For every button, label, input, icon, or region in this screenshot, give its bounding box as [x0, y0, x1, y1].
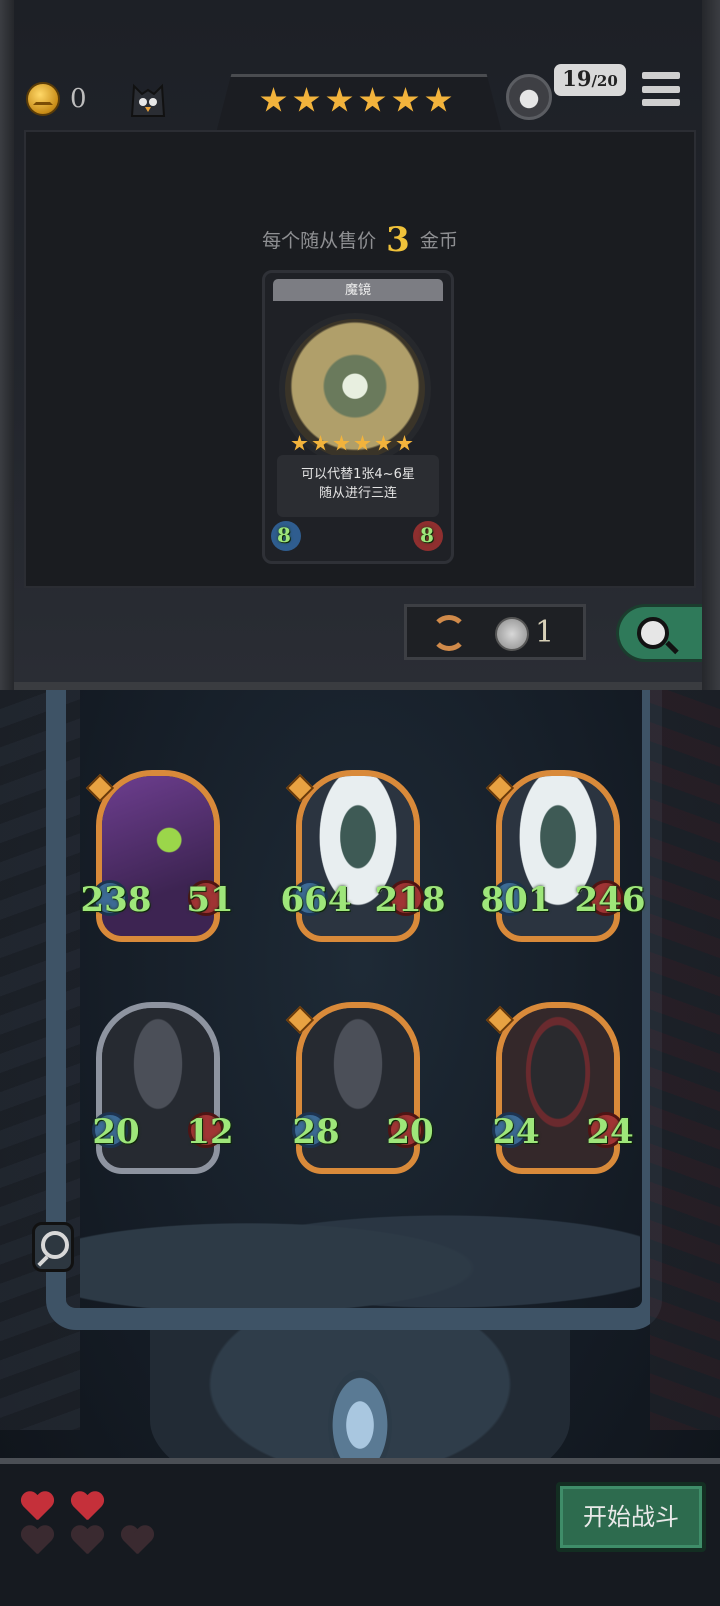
- minion-health: 20: [386, 1112, 434, 1152]
- search-icon-handle: [665, 640, 679, 655]
- card-attack: 8: [277, 523, 291, 547]
- turn-max: /20: [591, 72, 618, 90]
- minion-attack: 664: [280, 880, 352, 920]
- crow-hero-icon[interactable]: [126, 76, 170, 120]
- board-minion[interactable]: 24 24: [485, 1002, 634, 1180]
- refresh-cost: 1: [535, 615, 555, 650]
- board-minion[interactable]: 20 12: [88, 1002, 234, 1180]
- card-health: 8: [420, 523, 434, 547]
- star-icon: [333, 435, 350, 451]
- refresh-icon: [431, 615, 467, 651]
- gold-coin-icon: [26, 82, 60, 116]
- shop-panel: 0 19/20 每个随从售价 3 金币 魔镜 可以代替1张4~6星 随从进行三连 8…: [0, 0, 720, 690]
- minion-attack: 24: [492, 1112, 540, 1152]
- silver-coin-icon: [495, 617, 529, 651]
- refresh-button[interactable]: 1: [404, 604, 586, 660]
- card-star-rating: [291, 435, 413, 452]
- heart-full-icon: [20, 1492, 54, 1522]
- heart-full-icon: [70, 1492, 104, 1522]
- player-avatar[interactable]: [506, 74, 552, 120]
- board-minion[interactable]: 801 246: [481, 770, 645, 948]
- star-icon: [359, 87, 386, 112]
- minion-health: 218: [374, 880, 446, 920]
- search-icon-handle: [37, 1255, 49, 1267]
- top-bar: 0 19/20: [14, 60, 702, 141]
- shop-card-magic-mirror[interactable]: 魔镜 可以代替1张4~6星 随从进行三连 8 8: [262, 270, 454, 564]
- star-icon: [392, 87, 419, 112]
- sell-price-prefix: 每个随从售价: [262, 230, 377, 252]
- star-icon: [312, 435, 329, 451]
- minion-health: 51: [186, 880, 234, 920]
- card-name: 魔镜: [273, 279, 443, 301]
- heart-empty-icon: [70, 1526, 104, 1556]
- star-icon: [293, 87, 320, 112]
- minion-attack: 238: [80, 880, 152, 920]
- card-description: 可以代替1张4~6星 随从进行三连: [277, 455, 439, 517]
- card-desc-line-2: 随从进行三连: [318, 486, 397, 501]
- card-desc-line-1: 可以代替1张4~6星: [301, 467, 415, 482]
- star-icon: [375, 435, 392, 451]
- search-button[interactable]: [616, 604, 720, 662]
- board-minion[interactable]: 238 51: [81, 770, 234, 948]
- sell-price-value: 3: [386, 220, 410, 260]
- star-icon: [291, 435, 308, 451]
- menu-icon[interactable]: [642, 72, 680, 106]
- start-battle-button[interactable]: 开始战斗: [556, 1482, 706, 1552]
- tavern-tier-stars: [260, 87, 452, 114]
- star-icon: [425, 87, 452, 112]
- turn-current: 19: [562, 66, 592, 91]
- minion-health: 246: [574, 880, 646, 920]
- sell-price-suffix: 金币: [419, 230, 458, 252]
- star-icon: [326, 87, 353, 112]
- heart-empty-icon: [120, 1526, 154, 1556]
- minion-attack: 801: [480, 880, 552, 920]
- star-icon: [396, 435, 413, 451]
- minion-attack: 28: [292, 1112, 340, 1152]
- heart-empty-icon: [20, 1526, 54, 1556]
- star-icon: [354, 435, 371, 451]
- board-minion[interactable]: 664 218: [281, 770, 445, 948]
- star-icon: [260, 87, 287, 112]
- bottom-bar: 开始战斗: [0, 1458, 720, 1606]
- minion-health: 12: [186, 1112, 234, 1152]
- minion-health: 24: [586, 1112, 634, 1152]
- sell-price-text: 每个随从售价 3 金币: [0, 220, 720, 260]
- board-search-button[interactable]: [32, 1222, 74, 1272]
- board-minion[interactable]: 28 20: [285, 1002, 434, 1180]
- turn-counter: 19/20: [554, 64, 626, 96]
- minion-attack: 20: [92, 1112, 140, 1152]
- coin-count: 0: [70, 84, 87, 114]
